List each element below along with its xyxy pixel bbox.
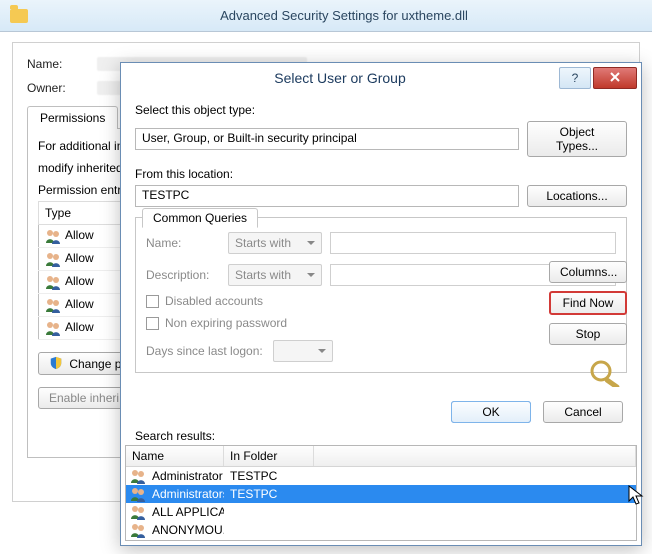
permission-type: Allow <box>65 320 94 334</box>
days-since-logon-label: Days since last logon: <box>146 344 263 358</box>
principal-icon <box>130 522 146 538</box>
result-row[interactable]: ANONYMOU... <box>126 521 636 539</box>
folder-icon <box>10 9 28 23</box>
close-button[interactable] <box>593 67 637 89</box>
permission-type: Allow <box>65 228 94 242</box>
object-type-field[interactable]: User, Group, or Built-in security princi… <box>135 128 519 150</box>
principal-icon <box>45 320 61 336</box>
shield-icon <box>49 356 63 370</box>
permission-type: Allow <box>65 274 94 288</box>
owner-label: Owner: <box>27 81 97 95</box>
info-text2: modify inherited <box>38 161 123 175</box>
disabled-accounts-checkbox[interactable]: Disabled accounts <box>146 294 616 308</box>
desc-match-value: Starts with <box>235 268 291 282</box>
common-queries-tab[interactable]: Common Queries <box>142 208 258 228</box>
principal-icon <box>45 297 61 313</box>
principal-icon <box>45 274 61 290</box>
non-expiring-label: Non expiring password <box>165 316 287 330</box>
object-types-button[interactable]: Object Types... <box>527 121 627 157</box>
ok-button[interactable]: OK <box>451 401 531 423</box>
cq-name-label: Name: <box>146 236 220 250</box>
non-expiring-checkbox[interactable]: Non expiring password <box>146 316 616 330</box>
result-row[interactable]: ALL APPLICA... <box>126 503 636 521</box>
results-col-folder[interactable]: In Folder <box>224 446 314 466</box>
search-icon <box>587 357 627 387</box>
enable-inheritance-label: Enable inheri <box>49 391 119 405</box>
from-location-label: From this location: <box>135 167 627 181</box>
select-object-type-label: Select this object type: <box>135 103 627 117</box>
results-col-spacer <box>314 446 636 466</box>
search-results-label: Search results: <box>135 429 215 443</box>
search-results-list[interactable]: Name In Folder AdministratorTESTPCAdmini… <box>125 445 637 541</box>
checkbox-icon <box>146 295 159 308</box>
columns-button[interactable]: Columns... <box>549 261 627 283</box>
name-query-input[interactable] <box>330 232 616 254</box>
tab-permissions[interactable]: Permissions <box>27 106 118 129</box>
principal-icon <box>130 468 146 484</box>
principal-icon <box>45 251 61 267</box>
parent-window-title: Advanced Security Settings for uxtheme.d… <box>36 8 652 23</box>
close-icon <box>609 71 621 86</box>
find-now-button[interactable]: Find Now <box>549 291 627 315</box>
cancel-button[interactable]: Cancel <box>543 401 623 423</box>
parent-titlebar: Advanced Security Settings for uxtheme.d… <box>0 0 652 32</box>
checkbox-icon <box>146 317 159 330</box>
results-col-name[interactable]: Name <box>126 446 224 466</box>
cq-desc-label: Description: <box>146 268 220 282</box>
info-text1: For additional in <box>38 139 123 153</box>
name-match-combo[interactable]: Starts with <box>228 232 322 254</box>
help-button[interactable]: ? <box>559 67 591 89</box>
permission-type: Allow <box>65 297 94 311</box>
result-folder: TESTPC <box>224 487 314 501</box>
desc-match-combo[interactable]: Starts with <box>228 264 322 286</box>
name-label: Name: <box>27 57 97 71</box>
principal-icon <box>130 486 146 502</box>
result-row[interactable]: AdministratorTESTPC <box>126 467 636 485</box>
result-folder: TESTPC <box>224 469 314 483</box>
dialog-title: Select User or Group <box>121 70 559 86</box>
result-name: ANONYMOU... <box>152 523 224 537</box>
result-row[interactable]: AdministratorsTESTPC <box>126 485 636 503</box>
select-user-or-group-dialog: Select User or Group ? Select this objec… <box>120 62 642 546</box>
days-since-logon-combo[interactable] <box>273 340 333 362</box>
result-name: ALL APPLICA... <box>152 505 224 519</box>
result-name: Administrators <box>152 487 224 501</box>
name-match-value: Starts with <box>235 236 291 250</box>
principal-icon <box>45 228 61 244</box>
stop-button[interactable]: Stop <box>549 323 627 345</box>
principal-icon <box>130 504 146 520</box>
disabled-accounts-label: Disabled accounts <box>165 294 263 308</box>
permission-type: Allow <box>65 251 94 265</box>
location-field[interactable]: TESTPC <box>135 185 519 207</box>
result-name: Administrator <box>152 469 223 483</box>
locations-button[interactable]: Locations... <box>527 185 627 207</box>
enable-inheritance-button[interactable]: Enable inheri <box>38 387 130 409</box>
